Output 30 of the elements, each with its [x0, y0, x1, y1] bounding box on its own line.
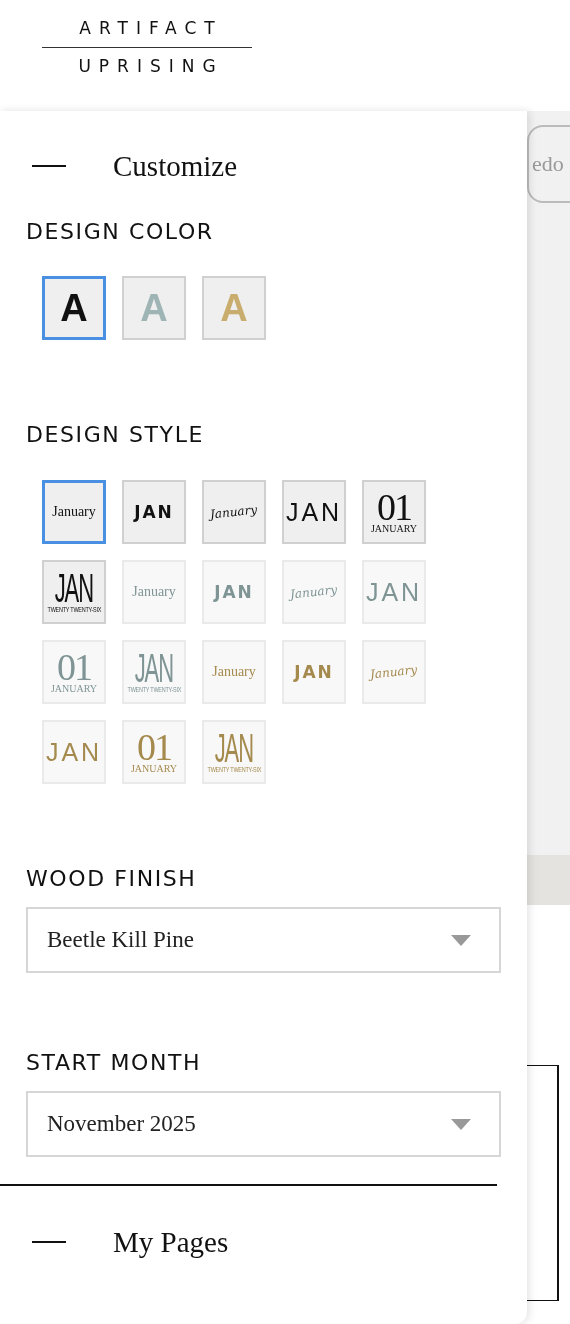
section-heading: WOOD FINISH: [26, 868, 198, 890]
logo[interactable]: ARTIFACT UPRISING: [42, 18, 252, 76]
wood-finish-dropdown[interactable]: Beetle Kill Pine: [26, 907, 501, 973]
start-month-dropdown[interactable]: November 2025: [26, 1091, 501, 1157]
style-swatch[interactable]: 01 JANUARY: [122, 720, 186, 784]
color-swatch[interactable]: A: [122, 276, 186, 340]
style-swatch[interactable]: JAN: [362, 560, 426, 624]
style-swatch[interactable]: JAN: [282, 640, 346, 704]
style-swatch[interactable]: January: [202, 640, 266, 704]
style-swatch[interactable]: January: [202, 480, 266, 544]
style-swatch[interactable]: JAN: [42, 720, 106, 784]
redo-button[interactable]: edo: [527, 125, 570, 203]
style-swatch[interactable]: 01 JANUARY: [362, 480, 426, 544]
color-swatch[interactable]: A: [42, 276, 106, 340]
style-swatch[interactable]: January: [122, 560, 186, 624]
section-heading: START MONTH: [26, 1052, 203, 1074]
section-heading: DESIGN COLOR: [26, 221, 215, 243]
section-heading: DESIGN STYLE: [26, 424, 205, 446]
style-swatch[interactable]: January: [42, 480, 106, 544]
caret-icon: [451, 934, 471, 946]
style-swatch[interactable]: JAN: [122, 480, 186, 544]
caret-icon: [451, 1118, 471, 1130]
style-swatch[interactable]: JAN: [202, 560, 266, 624]
style-swatch[interactable]: 01 JANUARY: [42, 640, 106, 704]
color-swatch[interactable]: A: [202, 276, 266, 340]
my-pages-section-toggle[interactable]: My Pages: [0, 1186, 229, 1298]
style-swatch[interactable]: January: [282, 560, 346, 624]
customize-section-toggle[interactable]: Customize: [0, 111, 238, 221]
style-swatch[interactable]: JAN: [282, 480, 346, 544]
style-swatch[interactable]: January: [362, 640, 426, 704]
